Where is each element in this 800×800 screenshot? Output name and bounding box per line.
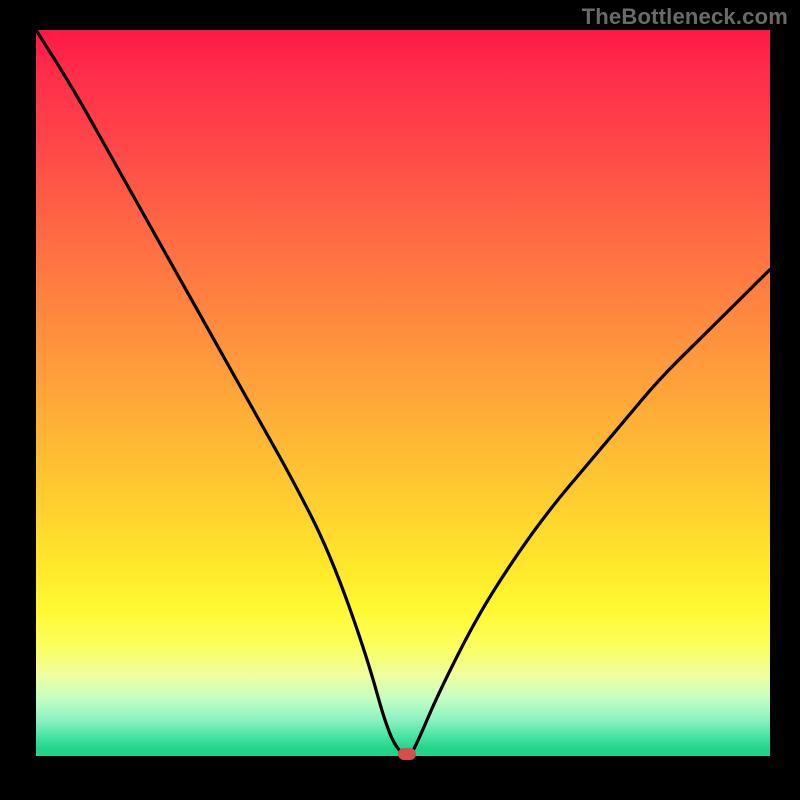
plot-area	[36, 30, 770, 756]
curve-path	[36, 30, 770, 756]
chart-frame: TheBottleneck.com	[0, 0, 800, 800]
bottleneck-curve	[36, 30, 770, 756]
watermark-text: TheBottleneck.com	[582, 4, 788, 30]
bottom-black-band	[0, 756, 800, 800]
minimum-marker	[398, 748, 416, 760]
